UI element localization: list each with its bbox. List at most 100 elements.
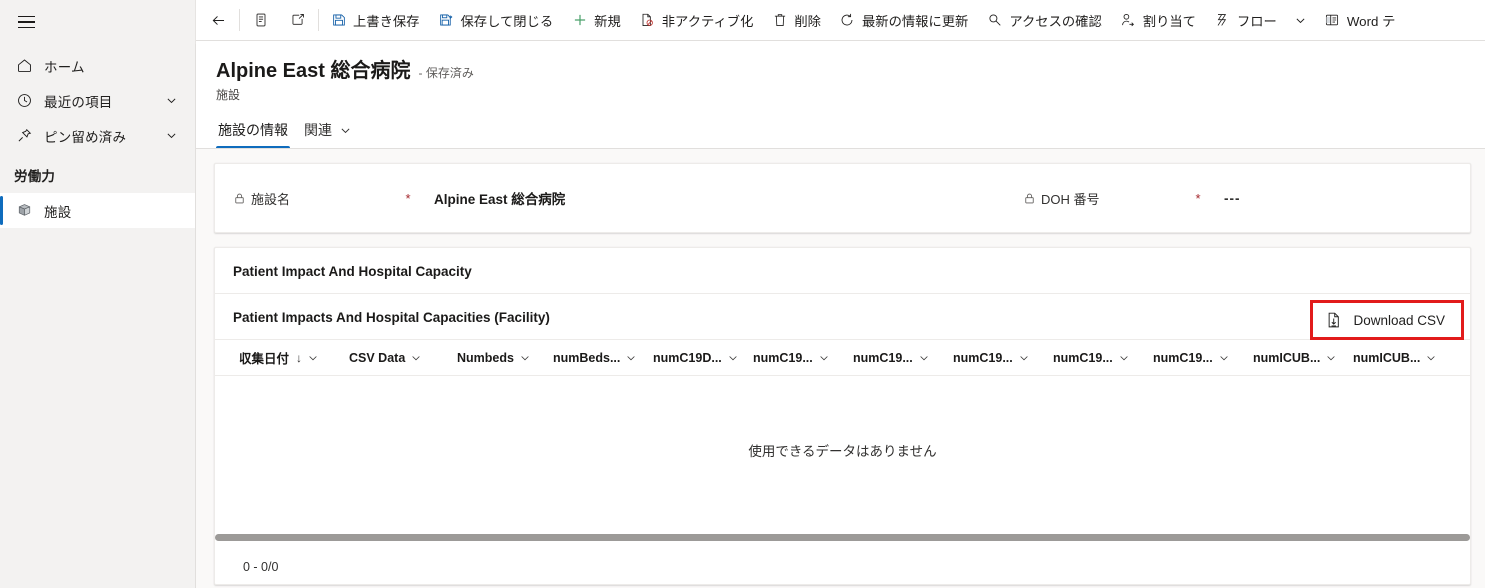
download-file-icon — [1325, 311, 1343, 329]
save-close-icon — [437, 12, 454, 29]
download-csv-button[interactable]: Download CSV — [1315, 305, 1459, 335]
home-icon — [14, 56, 34, 76]
chevron-down-icon[interactable] — [1325, 352, 1337, 364]
flow-icon — [1214, 12, 1231, 29]
field-label: 施設名 — [233, 189, 398, 208]
chevron-down-icon[interactable] — [625, 352, 637, 364]
chevron-down-icon[interactable] — [163, 128, 179, 144]
record-header: Alpine East 総合病院 - 保存済み 施設 施設の情報 関連 — [196, 41, 1485, 149]
chevron-down-icon[interactable] — [1425, 352, 1437, 364]
form-selector-button[interactable] — [242, 0, 279, 40]
word-templates-button[interactable]: Word テ — [1315, 0, 1405, 40]
trash-icon — [771, 12, 788, 29]
field-facility-name: 施設名 * Alpine East 総合病院 — [215, 164, 1005, 232]
button-label: フロー — [1236, 13, 1277, 29]
grid-column-label: CSV Data — [349, 350, 406, 365]
chevron-down-icon — [1292, 12, 1309, 29]
chevron-down-icon[interactable] — [1018, 352, 1030, 364]
key-icon — [986, 12, 1003, 29]
grid-column-header[interactable]: CSV Data — [349, 351, 457, 365]
tab-facility-info[interactable]: 施設の情報 — [216, 111, 290, 149]
tab-label: 施設の情報 — [218, 122, 288, 138]
sort-ascending-icon: ↓ — [296, 350, 303, 365]
flow-dropdown-button[interactable] — [1286, 0, 1315, 40]
required-indicator: * — [1195, 190, 1201, 206]
grid-column-header[interactable]: numICUB... — [1253, 351, 1353, 365]
save-button[interactable]: 上書き保存 — [321, 0, 428, 40]
new-button[interactable]: 新規 — [562, 0, 630, 40]
chevron-down-icon[interactable] — [918, 352, 930, 364]
grid-column-header[interactable]: numC19D... — [653, 351, 753, 365]
grid-column-header[interactable]: numC19... — [853, 351, 953, 365]
grid-column-header[interactable]: numC19... — [753, 351, 853, 365]
grid-column-label: numC19... — [753, 350, 813, 365]
subgrid-title: Patient Impacts And Hospital Capacities … — [233, 310, 550, 325]
sidebar-item-pinned[interactable]: ピン留め済み — [0, 118, 195, 153]
refresh-icon — [839, 12, 856, 29]
back-button[interactable] — [200, 0, 237, 40]
entity-name-label: 施設 — [216, 88, 241, 102]
field-label: DOH 番号 — [1023, 189, 1188, 208]
grid-column-label: numC19... — [953, 350, 1013, 365]
chevron-down-icon[interactable] — [410, 352, 422, 364]
grid-column-header[interactable]: numICUB... — [1353, 351, 1453, 365]
sidebar-item-recent[interactable]: 最近の項目 — [0, 83, 195, 118]
command-bar: 上書き保存 保存して閉じる 新規 非アクティブ化 削除 最新の情報に更新 アクセ… — [196, 0, 1485, 41]
grid-column-label: numICUB... — [1253, 350, 1321, 365]
save-and-close-button[interactable]: 保存して閉じる — [428, 0, 562, 40]
deactivate-icon — [639, 12, 656, 29]
form-body: 施設名 * Alpine East 総合病院 DOH 番号 * --- Pati… — [196, 149, 1485, 588]
button-label: 非アクティブ化 — [661, 13, 754, 29]
chevron-down-icon[interactable] — [727, 352, 739, 364]
chevron-down-icon — [339, 124, 352, 137]
button-label: 保存して閉じる — [460, 13, 554, 29]
button-label: Word テ — [1346, 13, 1396, 29]
deactivate-button[interactable]: 非アクティブ化 — [630, 0, 763, 40]
title-row: Alpine East 総合病院 - 保存済み — [196, 54, 1485, 83]
chevron-down-icon[interactable] — [307, 352, 319, 364]
grid-record-count: 0 - 0/0 — [243, 560, 279, 574]
scrollbar-thumb[interactable] — [215, 533, 1470, 541]
sidebar-item-facilities[interactable]: 施設 — [0, 193, 195, 228]
chevron-down-icon[interactable] — [1118, 352, 1130, 364]
button-label: 削除 — [794, 13, 821, 29]
grid-column-label: numC19... — [1053, 350, 1113, 365]
save-state-label: - 保存済み — [418, 66, 474, 80]
assign-button[interactable]: 割り当て — [1111, 0, 1205, 40]
sidebar-item-home[interactable]: ホーム — [0, 48, 195, 83]
chevron-down-icon[interactable] — [818, 352, 830, 364]
grid-column-header[interactable]: numC19... — [1153, 351, 1253, 365]
grid-column-header[interactable]: numC19... — [953, 351, 1053, 365]
hamburger-menu-icon[interactable] — [12, 8, 40, 36]
hamburger-row — [0, 0, 195, 44]
save-icon — [330, 12, 347, 29]
flow-button[interactable]: フロー — [1205, 0, 1286, 40]
grid-horizontal-scrollbar[interactable] — [215, 524, 1470, 550]
sidebar-item-label: ピン留め済み — [44, 129, 127, 145]
grid-column-headers: 収集日付 ↓ CSV Data Numbeds numBeds... numC19D...… — [215, 340, 1470, 376]
sidebar-item-label: 最近の項目 — [44, 94, 113, 110]
refresh-button[interactable]: 最新の情報に更新 — [830, 0, 977, 40]
subgrid-header: Patient Impacts And Hospital Capacities … — [215, 294, 1470, 340]
grid-column-label: Numbeds — [457, 350, 514, 365]
toolbar-separator — [239, 9, 240, 31]
field-value-facility-name[interactable]: Alpine East 総合病院 — [434, 188, 565, 208]
grid-column-header[interactable]: numBeds... — [553, 351, 653, 365]
lock-icon — [1023, 192, 1036, 205]
chevron-down-icon[interactable] — [1218, 352, 1230, 364]
grid-column-header[interactable]: 収集日付 ↓ — [239, 348, 349, 367]
form-icon — [252, 12, 269, 29]
grid-column-header[interactable]: numC19... — [1053, 351, 1153, 365]
word-icon — [1324, 12, 1341, 29]
grid-column-header[interactable]: Numbeds — [457, 351, 553, 365]
field-value-doh-number[interactable]: --- — [1224, 191, 1241, 206]
button-label: 新規 — [594, 13, 621, 29]
check-access-button[interactable]: アクセスの確認 — [977, 0, 1110, 40]
patient-impact-section-card: Patient Impact And Hospital Capacity Pat… — [214, 247, 1471, 585]
tab-related[interactable]: 関連 — [302, 111, 354, 149]
sidebar-item-label: 施設 — [44, 204, 72, 220]
delete-button[interactable]: 削除 — [762, 0, 830, 40]
chevron-down-icon[interactable] — [519, 352, 531, 364]
chevron-down-icon[interactable] — [163, 93, 179, 109]
popout-button[interactable] — [279, 0, 316, 40]
